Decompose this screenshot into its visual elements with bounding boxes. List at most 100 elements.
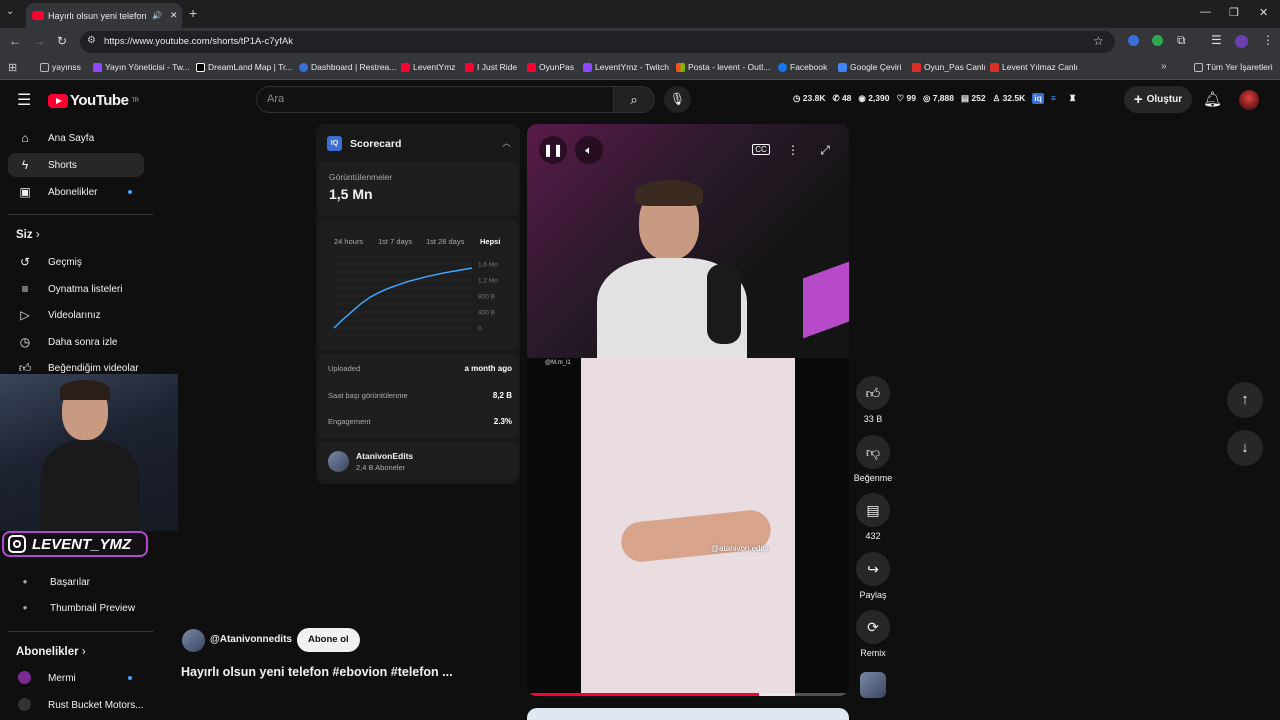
like-button[interactable]: 👍︎ 33 B xyxy=(856,376,890,424)
sidebar-sub-item[interactable]: Mermi xyxy=(8,666,144,690)
handshake xyxy=(619,508,773,564)
video-watermark: @M.m_l1 xyxy=(545,360,571,366)
bookmark-star-icon[interactable]: ☆ xyxy=(1093,34,1104,48)
extensions-puzzle-icon[interactable]: ⧉ xyxy=(1177,33,1186,48)
thumbs-up-icon: 👍︎ xyxy=(856,376,890,410)
bookmark-item[interactable]: Facebook xyxy=(778,62,827,72)
back-button[interactable]: ← xyxy=(9,34,21,48)
subscriptions-heading[interactable]: Abonelikler › xyxy=(16,646,86,658)
dislike-button[interactable]: 👎︎ Beğenme xyxy=(846,435,900,483)
you-heading[interactable]: Siz › xyxy=(16,229,40,241)
bookmark-item[interactable]: Yayın Yöneticisi - Tw... xyxy=(93,62,190,72)
stat-row-engagement: Engagement 2.3% xyxy=(328,417,512,426)
minimize-button[interactable]: — xyxy=(1200,6,1211,18)
instagram-icon xyxy=(8,535,26,553)
trophy-icon[interactable]: ♜ xyxy=(1069,93,1077,104)
remix-button[interactable]: ⟳ Remix xyxy=(856,610,890,658)
sidebar-item-your-videos[interactable]: ▷ Videolarınız xyxy=(8,303,144,327)
search-input[interactable]: Ara xyxy=(256,86,614,113)
sidebar-item-watch-later[interactable]: ◷ Daha sonra izle xyxy=(8,330,144,354)
captions-button[interactable]: CC xyxy=(747,136,775,164)
menu-kebab-icon[interactable]: ⋮ xyxy=(1262,33,1274,47)
sidebar-item-achievements[interactable]: ● Başarılar xyxy=(8,570,144,594)
reload-button[interactable]: ↻ xyxy=(57,34,67,48)
more-bookmarks-icon[interactable]: » xyxy=(1161,61,1167,72)
close-tab-icon[interactable]: ✕ xyxy=(170,10,178,21)
collapse-chevron-icon[interactable]: ︿ xyxy=(502,136,511,149)
bookmark-item[interactable]: OyunPas xyxy=(527,62,574,72)
sidebar-item-subscriptions[interactable]: ▣ Abonelikler xyxy=(8,180,144,204)
range-tab-7d[interactable]: 1st 7 days xyxy=(378,237,412,246)
arrow-up-icon: ↑ xyxy=(1241,391,1249,408)
bookmark-item[interactable]: LeventYmz - Twitch xyxy=(583,62,669,72)
extension-icon[interactable] xyxy=(1128,35,1139,46)
bookmark-item[interactable]: Posta - levent - Outl... xyxy=(676,62,770,72)
voice-search-mic-icon[interactable]: 🎙 xyxy=(664,86,691,113)
youtube-favicon-icon xyxy=(32,11,44,20)
range-tab-28d[interactable]: 1st 28 days xyxy=(426,237,464,246)
apps-grid-icon[interactable]: ⊞ xyxy=(8,61,17,74)
bookmark-item[interactable]: yayınss xyxy=(40,62,81,72)
sidebar-item-thumbnail-preview[interactable]: ● Thumbnail Preview xyxy=(8,596,144,620)
all-bookmarks-folder[interactable]: Tüm Yer İşaretleri xyxy=(1194,62,1273,72)
forward-button[interactable]: → xyxy=(33,34,45,48)
bookmark-item[interactable]: DreamLand Map | Tr... xyxy=(196,62,292,72)
chevron-right-icon: › xyxy=(35,229,40,241)
bookmark-item[interactable]: Google Çeviri xyxy=(838,62,902,72)
bookmark-item[interactable]: Oyun_Pas Canlı xyxy=(912,62,986,72)
reading-list-icon[interactable]: ☰ xyxy=(1211,33,1222,47)
range-tab-24h[interactable]: 24 hours xyxy=(334,237,363,246)
vidiq-logo-icon: IQ xyxy=(327,136,342,151)
comments-button[interactable]: ▤ 432 xyxy=(856,493,890,541)
close-window-button[interactable]: ✕ xyxy=(1259,6,1268,19)
channel-name: AtanivonEdits xyxy=(356,451,414,461)
address-bar[interactable]: ⚙ https://www.youtube.com/shorts/tP1A-c7… xyxy=(80,31,1115,53)
audio-source-avatar[interactable] xyxy=(860,672,886,698)
chart-series-line xyxy=(333,267,473,329)
progress-fill xyxy=(527,693,759,696)
site-info-icon[interactable]: ⚙ xyxy=(87,35,96,46)
shorts-video-player[interactable]: @M.m_l1 @atanivon.edits ❚❚ 🔈︎ CC ⋮ ⤢ xyxy=(527,124,849,696)
bookmark-item[interactable]: I Just Ride xyxy=(465,62,517,72)
next-video-peek xyxy=(527,708,849,720)
bookmark-item[interactable]: Levent Yılmaz Canlı xyxy=(990,62,1078,72)
sidebar-item-playlists[interactable]: ≡ Oynatma listeleri xyxy=(8,277,144,301)
channel-avatar[interactable] xyxy=(182,629,205,652)
profile-avatar[interactable] xyxy=(1235,35,1248,48)
share-button[interactable]: ↪ Paylaş xyxy=(856,552,890,600)
volume-button[interactable]: 🔈︎ xyxy=(575,136,603,164)
browser-tab-active[interactable]: Hayırlı olsun yeni telefon #e 🔊 ✕ xyxy=(26,3,182,28)
tab-search-chevron-icon[interactable]: ⌄ xyxy=(6,6,14,17)
maximize-button[interactable]: ❐ xyxy=(1229,6,1239,19)
search-button[interactable]: ⌕ xyxy=(613,86,655,113)
video-title: Hayırlı olsun yeni telefon #ebovion #tel… xyxy=(181,665,453,679)
bars-icon[interactable]: ≡ xyxy=(1051,93,1056,104)
bookmark-item[interactable]: LeventYmz xyxy=(401,62,456,72)
channel-handle[interactable]: @Atanivonnedits xyxy=(210,634,292,645)
extension-icon[interactable] xyxy=(1152,35,1163,46)
sidebar-item-home[interactable]: ⌂ Ana Sayfa xyxy=(8,126,144,150)
stat-likes: ♡ 99 xyxy=(896,93,916,103)
youtube-logo[interactable]: YouTube TR xyxy=(48,92,139,109)
sidebar-item-shorts[interactable]: ϟ Shorts xyxy=(8,153,144,177)
subscribe-button[interactable]: Abone ol xyxy=(297,628,360,652)
vidiq-icon[interactable]: iq xyxy=(1032,93,1044,104)
bookmark-item[interactable]: Dashboard | Restrea... xyxy=(299,62,396,72)
more-options-button[interactable]: ⋮ xyxy=(779,136,807,164)
create-button[interactable]: + Oluştur xyxy=(1124,86,1192,113)
video-bottom-frame: @M.m_l1 @atanivon.edits xyxy=(527,358,849,696)
video-progress-bar[interactable] xyxy=(527,693,849,696)
channel-card[interactable]: AtanivonEdits 2,4 B Aboneler xyxy=(318,442,518,480)
next-short-button[interactable]: ↓ xyxy=(1227,430,1263,466)
sidebar-sub-item[interactable]: Rust Bucket Motors... xyxy=(8,693,144,717)
fullscreen-button[interactable]: ⤢ xyxy=(811,136,839,164)
notifications-bell-icon[interactable]: 🔔︎ xyxy=(1203,90,1222,108)
new-tab-button[interactable]: + xyxy=(189,5,197,21)
pause-button[interactable]: ❚❚ xyxy=(539,136,567,164)
previous-short-button[interactable]: ↑ xyxy=(1227,382,1263,418)
chart-y-tick-label: 1,6 Mn xyxy=(478,262,498,269)
hamburger-menu-icon[interactable]: ☰ xyxy=(17,90,31,110)
range-tab-all[interactable]: Hepsi xyxy=(480,237,500,246)
sidebar-item-history[interactable]: ↺ Geçmiş xyxy=(8,250,144,274)
account-avatar[interactable] xyxy=(1239,90,1259,110)
